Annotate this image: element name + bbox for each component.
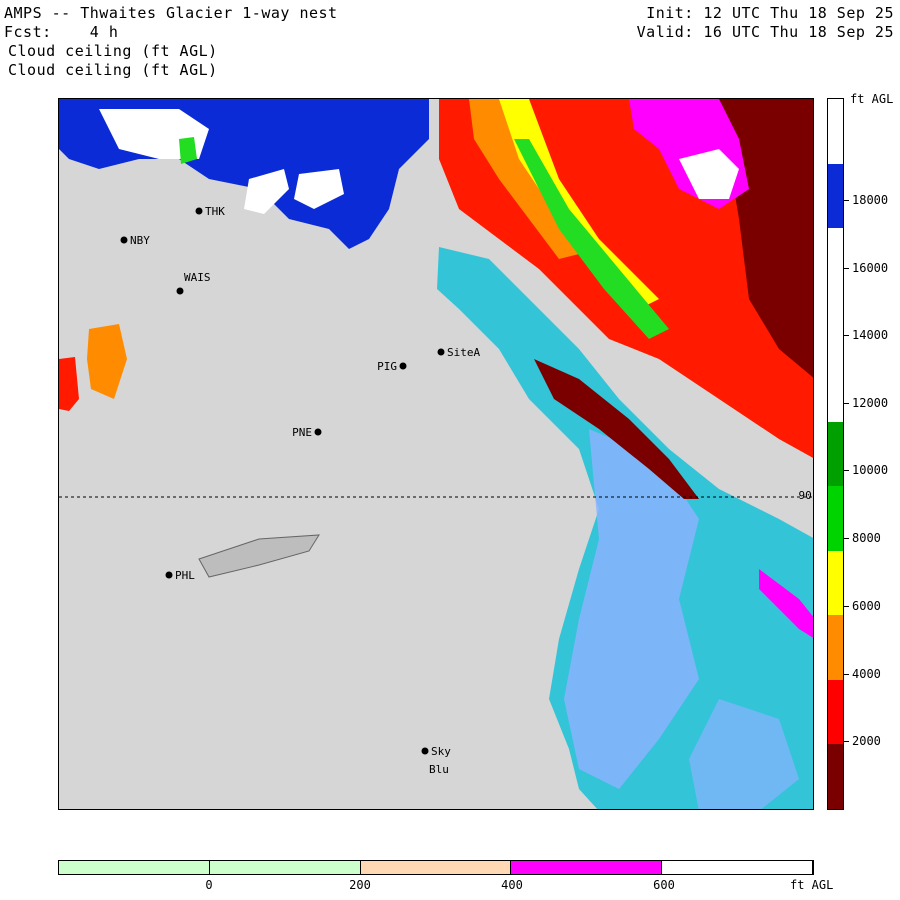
station-label: PNE bbox=[292, 426, 312, 439]
station-dot bbox=[165, 571, 173, 579]
forecast-hour: Fcst: 4 h bbox=[4, 23, 119, 41]
title-line: AMPS -- Thwaites Glacier 1-way nest bbox=[4, 4, 338, 22]
right-colorbar-units: ft AGL bbox=[850, 92, 894, 106]
colorbar-segment bbox=[828, 486, 843, 551]
init-time: Init: 12 UTC Thu 18 Sep 25 bbox=[646, 4, 894, 22]
station-label: Sky bbox=[431, 745, 451, 758]
colorbar-segment bbox=[828, 357, 843, 422]
bottom-colorbar-segment bbox=[59, 861, 210, 874]
valid-time: Valid: 16 UTC Thu 18 Sep 25 bbox=[636, 23, 894, 41]
map-canvas: THK NBY WAIS SiteA PIG PNE PHL Sky Blu bbox=[59, 99, 813, 809]
colorbar-segment bbox=[828, 99, 843, 164]
colorbar-tick bbox=[844, 268, 849, 269]
colorbar-tick bbox=[844, 606, 849, 607]
station-dot bbox=[176, 287, 184, 295]
colorbar-label: 4000 bbox=[852, 667, 881, 681]
station-label: PHL bbox=[175, 569, 195, 582]
bottom-colorbar bbox=[58, 860, 814, 875]
station-dot bbox=[399, 362, 407, 370]
colorbar-tick bbox=[844, 674, 849, 675]
colorbar-label: 18000 bbox=[852, 193, 889, 207]
bottom-colorbar-label: 600 bbox=[653, 878, 675, 892]
forecast-map[interactable]: THK NBY WAIS SiteA PIG PNE PHL Sky Blu 90 W bbox=[58, 98, 814, 810]
colorbar-label: 8000 bbox=[852, 531, 881, 545]
bottom-colorbar-label: 0 bbox=[205, 878, 213, 892]
station-label: NBY bbox=[130, 234, 150, 247]
station-label: THK bbox=[205, 205, 225, 218]
colorbar-segment bbox=[828, 679, 843, 745]
bottom-colorbar-segment bbox=[511, 861, 663, 874]
colorbar-segment bbox=[828, 228, 843, 293]
meridian-label: 90 W bbox=[798, 489, 814, 502]
field-name-2: Cloud ceiling (ft AGL) bbox=[8, 61, 218, 79]
colorbar-label: 14000 bbox=[852, 328, 889, 342]
station-dot bbox=[314, 428, 322, 436]
colorbar-tick bbox=[844, 741, 849, 742]
colorbar-segment bbox=[828, 163, 843, 229]
colorbar-label: 16000 bbox=[852, 261, 889, 275]
bottom-colorbar-units: ft AGL bbox=[790, 878, 834, 892]
colorbar-label: 2000 bbox=[852, 734, 881, 748]
station-dot bbox=[120, 236, 128, 244]
colorbar-tick bbox=[844, 403, 849, 404]
station-dot bbox=[437, 348, 445, 356]
station-dot bbox=[195, 207, 203, 215]
bottom-colorbar-label: 400 bbox=[501, 878, 523, 892]
colorbar-tick bbox=[844, 335, 849, 336]
colorbar-label: 6000 bbox=[852, 599, 881, 613]
bottom-colorbar-label: 200 bbox=[349, 878, 371, 892]
colorbar-tick bbox=[844, 200, 849, 201]
bottom-colorbar-segment bbox=[209, 861, 361, 874]
station-label: SiteA bbox=[447, 346, 480, 359]
right-colorbar bbox=[827, 98, 844, 810]
colorbar-segment bbox=[828, 292, 843, 358]
station-label: WAIS bbox=[184, 271, 211, 284]
colorbar-segment bbox=[828, 615, 843, 680]
colorbar-segment bbox=[828, 550, 843, 616]
colorbar-tick bbox=[844, 538, 849, 539]
colorbar-label: 10000 bbox=[852, 463, 889, 477]
colorbar-segment bbox=[828, 744, 843, 809]
station-label: Blu bbox=[429, 763, 449, 776]
station-label: PIG bbox=[377, 360, 397, 373]
bottom-colorbar-segment bbox=[360, 861, 512, 874]
station-dot bbox=[421, 747, 429, 755]
field-name-1: Cloud ceiling (ft AGL) bbox=[8, 42, 218, 60]
bottom-colorbar-segment bbox=[662, 861, 813, 874]
colorbar-tick bbox=[844, 470, 849, 471]
colorbar-label: 12000 bbox=[852, 396, 889, 410]
station-blu[interactable]: Blu bbox=[429, 763, 449, 776]
colorbar-segment bbox=[828, 421, 843, 487]
